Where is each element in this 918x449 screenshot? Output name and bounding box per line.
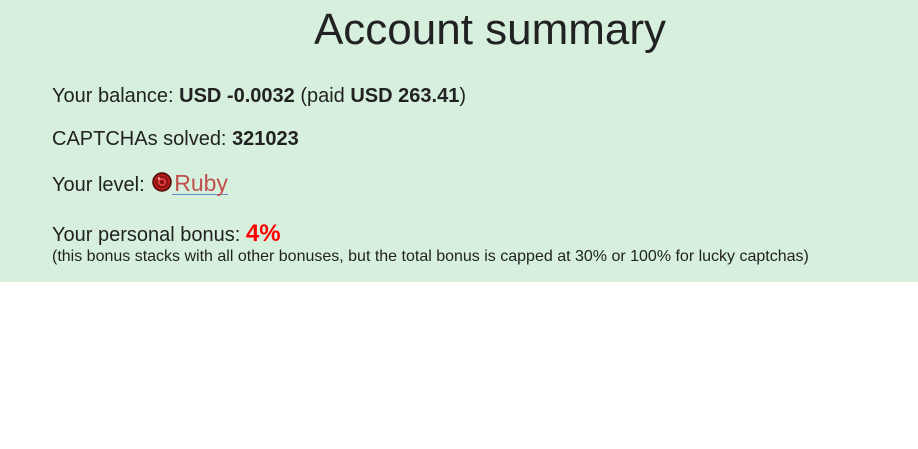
- captchas-label: CAPTCHAs solved:: [52, 128, 233, 150]
- balance-amount: USD -0.0032: [179, 85, 295, 107]
- paid-amount: USD 263.41: [350, 85, 460, 107]
- bonus-note: (this bonus stacks with all other bonuse…: [52, 248, 809, 265]
- ruby-gem-icon: [152, 172, 172, 192]
- balance-label: Your balance:: [52, 85, 180, 107]
- level-label: Your level:: [52, 174, 151, 196]
- level-link[interactable]: Ruby: [172, 172, 228, 195]
- captchas-value: 321023: [232, 128, 299, 150]
- captchas-solved-row: CAPTCHAs solved: 321023: [52, 127, 299, 151]
- paid-prefix: (paid: [294, 85, 351, 107]
- personal-bonus-row: Your personal bonus: 4%: [52, 222, 281, 247]
- bonus-label: Your personal bonus:: [52, 224, 246, 246]
- account-summary-panel: Account summary Your balance: USD -0.003…: [0, 0, 918, 282]
- paid-suffix: ): [459, 85, 466, 107]
- level-row: Your level: Ruby: [52, 172, 228, 197]
- bonus-value: 4%: [245, 220, 281, 247]
- balance-row: Your balance: USD -0.0032 (paid USD 263.…: [52, 84, 466, 108]
- page-title: Account summary: [313, 5, 667, 54]
